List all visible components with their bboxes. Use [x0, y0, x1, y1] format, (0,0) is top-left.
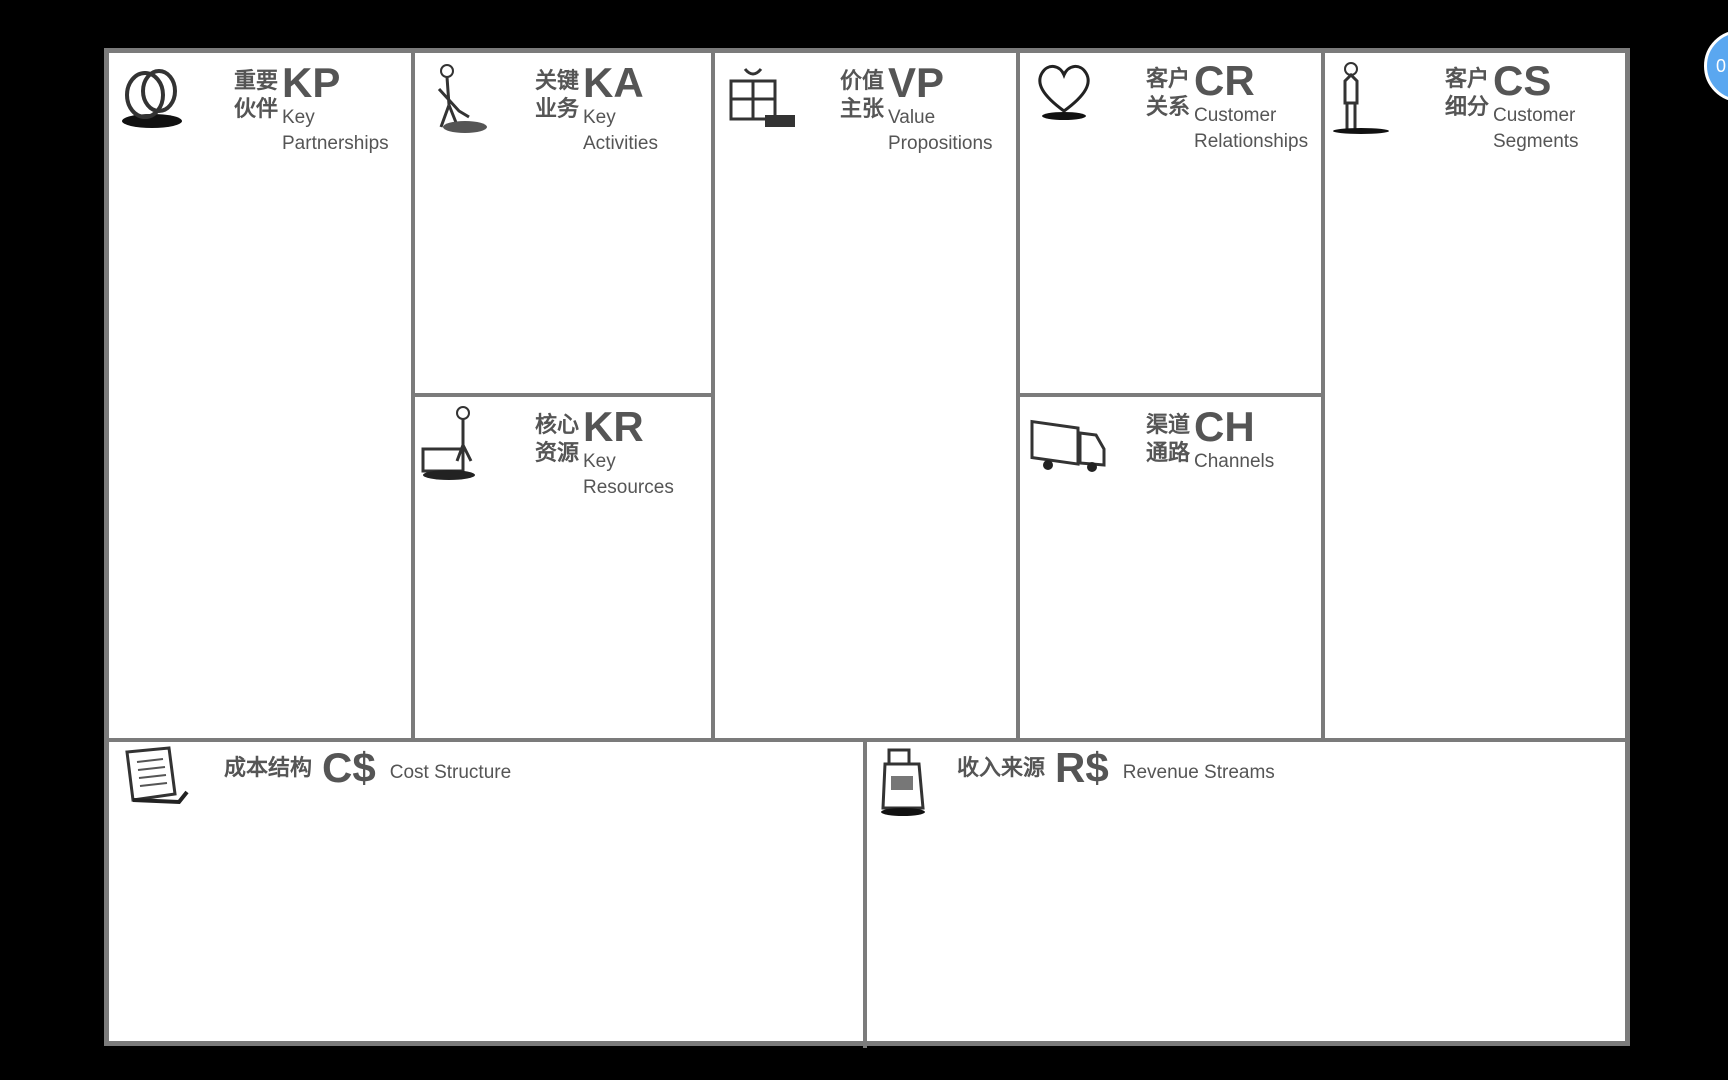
label-code: CS	[1493, 57, 1552, 104]
label-code: R$	[1055, 744, 1109, 791]
label-en: Cost Structure	[389, 762, 512, 783]
block-channels[interactable]: 渠道通路 CH Channels	[1020, 397, 1321, 738]
gift-icon	[729, 68, 795, 127]
block-customer-relationships[interactable]: 客户关系 CR Customer Relationships	[1020, 53, 1321, 393]
label-zh: 关键业务	[535, 68, 580, 121]
heart-icon	[1038, 65, 1090, 120]
label-code: C$	[322, 744, 376, 791]
label-en: Key	[583, 451, 616, 472]
label-code: KA	[583, 59, 644, 106]
label-en: Resources	[583, 477, 674, 498]
label-en: Partnerships	[282, 133, 389, 154]
person-icon	[1333, 62, 1389, 134]
label-zh: 核心资源	[535, 412, 580, 465]
label-en: Relationships	[1194, 131, 1309, 152]
label-en: Segments	[1493, 131, 1579, 152]
badge-count: 0	[1716, 56, 1727, 76]
block-key-activities[interactable]: 关键业务 KA Key Activities	[415, 53, 711, 393]
label-code: KP	[282, 59, 341, 106]
label-en: Key	[583, 107, 616, 128]
label-en: Value	[888, 107, 936, 128]
block-value-propositions[interactable]: 价值主张 VP Value Propositions	[715, 53, 1016, 738]
business-model-canvas: 重要伙伴 KP Key Partnerships 关键业务 KA Key Activitie…	[104, 48, 1630, 1048]
resources-icon	[421, 406, 475, 480]
label-en: Customer	[1493, 105, 1576, 126]
label-zh: 渠道通路	[1146, 412, 1191, 465]
label-zh: 客户细分	[1445, 66, 1490, 119]
block-key-partnerships[interactable]: 重要伙伴 KP Key Partnerships	[109, 53, 411, 738]
rings-icon	[122, 69, 182, 128]
label-en: Revenue Streams	[1122, 762, 1275, 783]
label-code: KR	[583, 403, 644, 450]
block-cost-structure[interactable]: 成本结构 C$ Cost Structure	[109, 742, 863, 1048]
label-zh: 价值主张	[840, 68, 885, 121]
truck-icon	[1030, 419, 1106, 472]
label-code: CH	[1194, 403, 1255, 450]
label-en: Propositions	[888, 133, 993, 154]
label-zh: 成本结构	[224, 755, 313, 780]
label-en: Channels	[1194, 451, 1275, 472]
label-code: VP	[888, 59, 945, 106]
bill-icon	[125, 746, 189, 805]
block-revenue-streams[interactable]: 收入来源 R$ Revenue Streams	[867, 742, 1625, 1048]
label-zh: 客户关系	[1146, 66, 1191, 119]
cash-register-icon	[881, 748, 925, 816]
notification-badge[interactable]: 0	[1704, 30, 1728, 102]
label-en: Customer	[1194, 105, 1277, 126]
label-en: Activities	[583, 133, 658, 154]
label-en: Key	[282, 107, 315, 128]
label-code: CR	[1194, 57, 1255, 104]
label-zh: 重要伙伴	[234, 68, 279, 121]
block-key-resources[interactable]: 核心资源 KR Key Resources	[415, 397, 711, 738]
worker-icon	[437, 64, 487, 133]
block-customer-segments[interactable]: 客户细分 CS Customer Segments	[1325, 53, 1625, 738]
label-zh: 收入来源	[957, 755, 1046, 780]
